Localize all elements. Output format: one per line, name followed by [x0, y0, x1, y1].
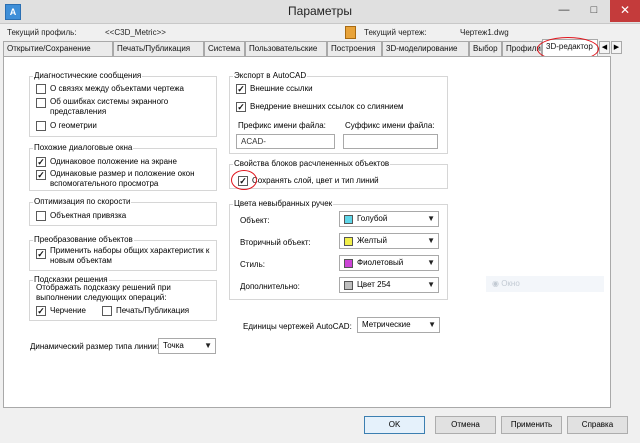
grip-secondary-select[interactable]: Желтый ▼ [339, 233, 439, 249]
linetype-select[interactable]: Точка ▼ [158, 338, 216, 354]
grip-extra-label: Дополнительно: [240, 282, 300, 291]
tab-print-publish[interactable]: Печать/Публикация [113, 41, 204, 56]
profile-label: Текущий профиль: [7, 28, 77, 37]
diag-links-label: О связях между объектами чертежа [50, 84, 184, 93]
grips-title: Цвета невыбранных ручек [233, 199, 334, 209]
similar-size-label: Одинаковые размер и положение окон вспом… [50, 169, 195, 188]
apply-button[interactable]: Применить [501, 416, 562, 434]
linetype-value: Точка [163, 341, 184, 350]
tab-open-save[interactable]: Открытие/Сохранение [3, 41, 113, 56]
help-button[interactable]: Справка [567, 416, 628, 434]
color-swatch [344, 237, 353, 246]
units-label: Единицы чертежей AutoCAD: [243, 322, 352, 331]
drawing-file-icon [345, 26, 356, 39]
ok-button[interactable]: OK [364, 416, 425, 434]
profile-value: <<C3D_Metric>> [105, 28, 166, 37]
suffix-label: Суффикс имени файла: [345, 121, 435, 130]
tab-selection[interactable]: Выбор [469, 41, 502, 56]
tab-user[interactable]: Пользовательские [245, 41, 327, 56]
convert-title: Преобразование объектов [33, 235, 134, 245]
cancel-button[interactable]: Отмена [435, 416, 496, 434]
speed-title: Оптимизация по скорости [33, 197, 132, 207]
chevron-down-icon: ▼ [427, 236, 435, 245]
color-swatch [344, 281, 353, 290]
grip-style-label: Стиль: [240, 260, 265, 269]
grip-object-label: Объект: [240, 216, 270, 225]
export-xrefs-checkbox[interactable]: ✓ [236, 84, 246, 94]
grip-style-select[interactable]: Фиолетовый ▼ [339, 255, 439, 271]
diag-geometry-checkbox[interactable] [36, 121, 46, 131]
tab-scroll-left-icon[interactable]: ◀ [599, 41, 610, 54]
ghost-window-item: ◉ Окно [486, 276, 604, 292]
blocks-keep-label: Сохранять слой, цвет и тип линий [252, 176, 379, 185]
color-swatch [344, 259, 353, 268]
units-select[interactable]: Метрические ▼ [357, 317, 440, 333]
export-title: Экспорт в AutoCAD [233, 71, 308, 81]
hints-desc: Отображать подсказку решений при выполне… [36, 283, 171, 302]
hints-drafting-checkbox[interactable]: ✓ [36, 306, 46, 316]
similar-position-label: Одинаковое положение на экране [50, 157, 177, 166]
chevron-down-icon: ▼ [427, 258, 435, 267]
speed-snap-label: Объектная привязка [50, 211, 127, 220]
grip-secondary-value: Желтый [357, 236, 388, 245]
maximize-icon[interactable]: □ [580, 0, 608, 22]
annotation-circle [231, 170, 257, 190]
export-bind-label: Внедрение внешних ссылок со слиянием [250, 102, 404, 111]
export-bind-checkbox[interactable]: ✓ [236, 102, 246, 112]
chevron-down-icon: ▼ [427, 214, 435, 223]
title-bar: A Параметры — □ ✕ [0, 0, 640, 24]
speed-snap-checkbox[interactable] [36, 211, 46, 221]
grip-object-value: Голубой [357, 214, 388, 223]
chevron-down-icon: ▼ [428, 320, 436, 329]
blocks-title: Свойства блоков расчлененных объектов [233, 159, 391, 169]
suffix-input[interactable] [343, 134, 438, 149]
grip-style-value: Фиолетовый [357, 258, 404, 267]
grip-extra-select[interactable]: Цвет 254 ▼ [339, 277, 439, 293]
chevron-down-icon: ▼ [427, 280, 435, 289]
grip-object-select[interactable]: Голубой ▼ [339, 211, 439, 227]
diag-geometry-label: О геометрии [50, 121, 97, 130]
grip-extra-value: Цвет 254 [357, 280, 391, 289]
grip-secondary-label: Вторичный объект: [240, 238, 311, 247]
drawing-label: Текущий чертеж: [364, 28, 427, 37]
tab-profiles[interactable]: Профили [502, 41, 542, 56]
diag-links-checkbox[interactable] [36, 84, 46, 94]
linetype-label: Динамический размер типа линии: [30, 342, 159, 351]
close-icon[interactable]: ✕ [610, 0, 640, 22]
tab-3d-modeling[interactable]: 3D-моделирование [382, 41, 469, 56]
similar-position-checkbox[interactable]: ✓ [36, 157, 46, 167]
tab-scroll-right-icon[interactable]: ▶ [611, 41, 622, 54]
hints-drafting-label: Черчение [50, 306, 87, 315]
diag-display-checkbox[interactable] [36, 98, 46, 108]
prefix-label: Префикс имени файла: [238, 121, 326, 130]
convert-apply-checkbox[interactable]: ✓ [36, 249, 46, 259]
prefix-input[interactable]: ACAD- [236, 134, 335, 149]
units-value: Метрические [362, 320, 411, 329]
tab-system[interactable]: Система [204, 41, 245, 56]
export-xrefs-label: Внешние ссылки [250, 84, 313, 93]
chevron-down-icon: ▼ [204, 341, 212, 350]
convert-apply-label: Применить наборы общих характеристик к н… [50, 246, 210, 265]
similar-size-checkbox[interactable]: ✓ [36, 170, 46, 180]
diag-title: Диагностические сообщения [33, 71, 143, 81]
drawing-value: Чертеж1.dwg [460, 28, 509, 37]
hints-print-checkbox[interactable] [102, 306, 112, 316]
color-swatch [344, 215, 353, 224]
hints-print-label: Печать/Публикация [116, 306, 190, 315]
window-title: Параметры [288, 4, 352, 18]
similar-title: Похожие диалоговые окна [33, 143, 134, 153]
diag-display-label: Об ошибках системы экранного представлен… [50, 97, 169, 116]
tab-drafting[interactable]: Построения [327, 41, 382, 56]
minimize-icon[interactable]: — [550, 0, 578, 22]
ghost-label: Окно [501, 279, 520, 288]
